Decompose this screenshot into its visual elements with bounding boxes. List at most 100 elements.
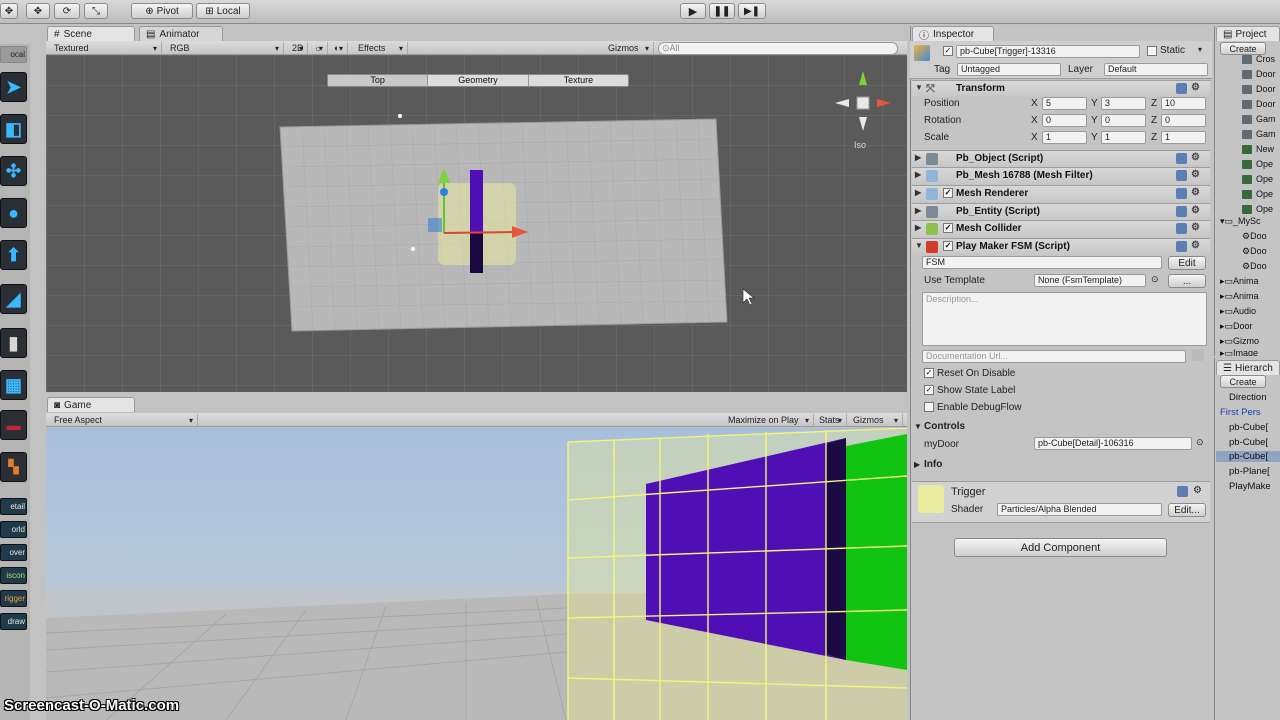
- left-button-mover[interactable]: over: [0, 544, 27, 561]
- project-item[interactable]: Ope: [1256, 189, 1280, 199]
- left-button-collision[interactable]: iscon: [0, 567, 27, 584]
- gear-icon[interactable]: ⚙: [1191, 82, 1200, 93]
- shape-tool-icon[interactable]: ◢: [0, 284, 27, 314]
- pb-object-component-header[interactable]: ▶ Pb_Object (Script) ⚙: [912, 150, 1210, 167]
- project-item[interactable]: Ope: [1256, 204, 1280, 214]
- folder-item[interactable]: ▸▭Door: [1220, 321, 1270, 332]
- add-component-button[interactable]: Add Component: [954, 538, 1167, 557]
- component-enabled-checkbox[interactable]: ✓: [943, 241, 953, 251]
- pause-button[interactable]: ❚❚: [709, 3, 735, 19]
- folder-item[interactable]: ▸▭Anima: [1220, 276, 1270, 287]
- help-book-icon[interactable]: [1176, 83, 1187, 94]
- local-toggle[interactable]: ⊞ Local: [196, 3, 250, 19]
- help-book-icon[interactable]: [1176, 153, 1187, 164]
- mesh-filter-component-header[interactable]: ▶ Pb_Mesh 16788 (Mesh Filter) ⚙: [912, 167, 1210, 184]
- project-item[interactable]: Door: [1256, 69, 1280, 79]
- rotate-tool-button[interactable]: ⟳: [54, 3, 80, 19]
- 2d-toggle[interactable]: 2D: [288, 42, 308, 54]
- hierarchy-item[interactable]: pb-Cube[: [1229, 422, 1280, 433]
- rotation-x-field[interactable]: 0: [1042, 114, 1087, 127]
- rotation-z-field[interactable]: 0: [1161, 114, 1206, 127]
- tab-project[interactable]: ▤ Project: [1216, 26, 1280, 41]
- help-book-icon[interactable]: [1176, 188, 1187, 199]
- hierarchy-item[interactable]: First Pers: [1220, 407, 1271, 418]
- shader-edit-button[interactable]: Edit...: [1168, 503, 1206, 517]
- tag-dropdown[interactable]: Untagged: [957, 63, 1061, 76]
- project-item[interactable]: Ope: [1256, 174, 1280, 184]
- use-template-field[interactable]: None (FsmTemplate): [1034, 274, 1146, 287]
- audio-toggle-icon[interactable]: ◐: [330, 42, 348, 54]
- folder-item[interactable]: ▸▭Anima: [1220, 291, 1270, 302]
- documentation-url-field[interactable]: Documentation Url...: [922, 350, 1186, 363]
- static-checkbox[interactable]: [1147, 46, 1157, 56]
- help-book-icon[interactable]: [1176, 206, 1187, 217]
- project-item[interactable]: Door: [1256, 84, 1280, 94]
- mydoor-picker-icon[interactable]: ⊙: [1196, 437, 1204, 448]
- vertex-tool-icon[interactable]: ◧: [0, 114, 27, 144]
- transform-component-header[interactable]: ▼ ⤧ Transform ⚙: [912, 80, 1210, 97]
- gear-icon[interactable]: ⚙: [1191, 205, 1200, 216]
- folder-item[interactable]: ▸▭Image: [1220, 348, 1270, 356]
- effects-dropdown[interactable]: Effects: [354, 42, 408, 54]
- lighting-toggle-icon[interactable]: ☼: [310, 42, 328, 54]
- left-button-trigger[interactable]: rigger: [0, 590, 27, 607]
- move-tool-button[interactable]: ✥: [26, 3, 50, 19]
- fsm-description-textarea[interactable]: Description...: [922, 292, 1207, 346]
- mesh-collider-component-header[interactable]: ▶ ✓ Mesh Collider ⚙: [912, 220, 1210, 237]
- hand-tool-button[interactable]: ✥: [0, 3, 18, 19]
- project-item[interactable]: Gam: [1256, 114, 1280, 124]
- open-url-icon[interactable]: [1192, 349, 1204, 361]
- hierarchy-item[interactable]: Direction: [1229, 392, 1280, 403]
- scene-search-input[interactable]: ⊙All: [658, 42, 898, 55]
- gear-icon[interactable]: ⚙: [1191, 169, 1200, 180]
- info-foldout-icon[interactable]: ▶: [914, 460, 920, 469]
- pivot-toggle[interactable]: ⊕ Pivot: [131, 3, 193, 19]
- object-picker-icon[interactable]: ⊙: [1151, 274, 1159, 285]
- step-button[interactable]: ▶❚: [738, 3, 766, 19]
- grid-tool-icon[interactable]: ▦: [0, 370, 27, 400]
- left-button-detail[interactable]: etail: [0, 498, 27, 515]
- position-x-field[interactable]: 5: [1042, 97, 1087, 110]
- hierarchy-item[interactable]: pb-Cube[: [1229, 437, 1280, 448]
- component-enabled-checkbox[interactable]: ✓: [943, 188, 953, 198]
- stats-toggle[interactable]: Stats: [815, 414, 847, 426]
- controls-foldout-icon[interactable]: ▼: [914, 422, 922, 431]
- pb-entity-component-header[interactable]: ▶ Pb_Entity (Script) ⚙: [912, 203, 1210, 220]
- hierarchy-item[interactable]: pb-Plane[: [1229, 466, 1280, 477]
- hierarchy-item[interactable]: PlayMake: [1229, 481, 1280, 492]
- rotation-y-field[interactable]: 0: [1101, 114, 1146, 127]
- mydoor-field[interactable]: pb-Cube[Detail]-106316: [1034, 437, 1192, 450]
- gear-icon[interactable]: ⚙: [1191, 240, 1200, 251]
- left-button-nodraw[interactable]: draw: [0, 613, 27, 630]
- shader-dropdown[interactable]: Particles/Alpha Blended: [997, 503, 1162, 516]
- object-name-field[interactable]: pb-Cube[Trigger]-13316: [956, 45, 1140, 58]
- help-book-icon[interactable]: [1177, 486, 1188, 497]
- show-state-label-checkbox[interactable]: ✓: [924, 385, 934, 395]
- tab-game[interactable]: ◙ Game: [47, 397, 135, 412]
- hierarchy-item-selected[interactable]: pb-Cube[: [1216, 451, 1280, 462]
- help-book-icon[interactable]: [1176, 241, 1187, 252]
- template-more-button[interactable]: ...: [1168, 274, 1206, 288]
- fsm-name-field[interactable]: FSM: [922, 256, 1162, 269]
- tab-inspector[interactable]: ⓘ Inspector: [912, 26, 994, 42]
- palette-tool-icon[interactable]: ▚: [0, 452, 27, 482]
- game-gizmos-dropdown[interactable]: Gizmos: [849, 414, 903, 426]
- project-item[interactable]: Gam: [1256, 129, 1280, 139]
- project-sub-item[interactable]: ⚙Doo: [1242, 261, 1280, 272]
- playmaker-fsm-component-header[interactable]: ▼ ✓ Play Maker FSM (Script) ⚙: [912, 238, 1210, 255]
- folder-item[interactable]: ▸▭Audio: [1220, 306, 1270, 317]
- project-sub-item[interactable]: ⚙Doo: [1242, 231, 1280, 242]
- project-item[interactable]: New: [1256, 144, 1280, 154]
- scene-gizmos-dropdown[interactable]: Gizmos: [604, 42, 654, 54]
- scale-tool-button[interactable]: ⤡: [84, 3, 108, 19]
- color-tool-icon[interactable]: ▬: [0, 410, 27, 440]
- render-mode-dropdown[interactable]: Textured: [50, 42, 162, 54]
- component-enabled-checkbox[interactable]: ✓: [943, 223, 953, 233]
- gear-icon[interactable]: ⚙: [1191, 152, 1200, 163]
- scene-viewport[interactable]: Top Geometry Texture Iso: [46, 55, 907, 392]
- position-y-field[interactable]: 3: [1101, 97, 1146, 110]
- scale-z-field[interactable]: 1: [1161, 131, 1206, 144]
- aspect-dropdown[interactable]: Free Aspect: [50, 414, 198, 426]
- enable-debugflow-checkbox[interactable]: [924, 402, 934, 412]
- hierarchy-create-dropdown[interactable]: Create: [1220, 375, 1266, 388]
